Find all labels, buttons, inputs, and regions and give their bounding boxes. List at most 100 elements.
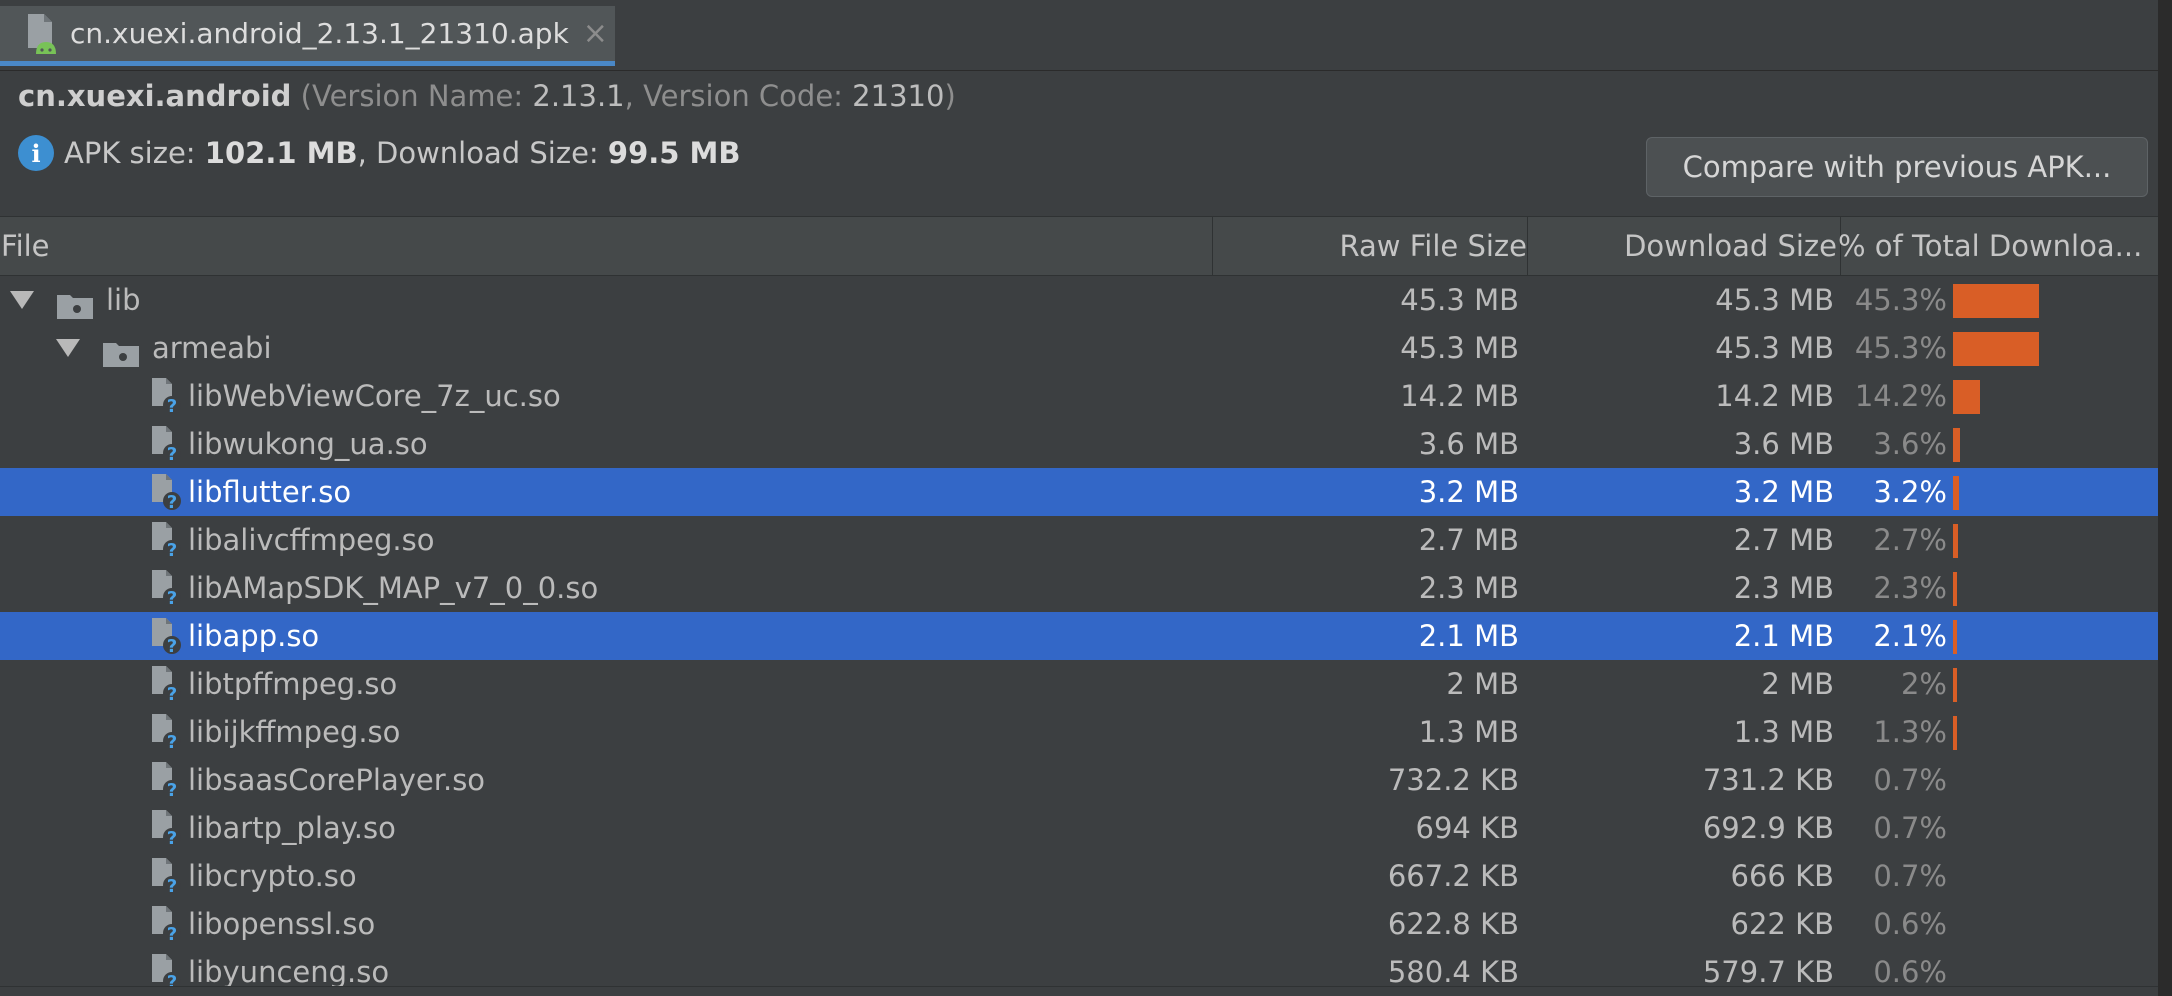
apk-size-value: 102.1 MB — [204, 136, 358, 170]
horizontal-scrollbar[interactable] — [0, 986, 2158, 996]
folder-icon — [56, 286, 94, 319]
table-row[interactable]: ? libartp_play.so 694 KB 692.9 KB 0.7% — [0, 804, 2158, 852]
table-body: lib 45.3 MB 45.3 MB 45.3% armeabi 45.3 MB 45.3… — [0, 276, 2158, 986]
expand-triangle-icon[interactable] — [10, 291, 34, 309]
unknown-file-icon: ? — [150, 808, 184, 849]
row-name: libalivcffmpeg.so — [188, 523, 435, 557]
info-icon: i — [18, 135, 54, 171]
unknown-file-icon: ? — [150, 520, 184, 561]
size-bar — [1953, 716, 1957, 750]
column-header-percent[interactable]: % of Total Downloa... — [1838, 217, 2142, 275]
unknown-file-icon: ? — [150, 904, 184, 945]
tab-label: cn.xuexi.android_2.13.1_21310.apk — [70, 17, 569, 50]
table-row[interactable]: ? libWebViewCore_7z_uc.so 14.2 MB 14.2 MB 14… — [0, 372, 2158, 420]
row-name: libwukong_ua.so — [188, 427, 428, 461]
download-size-cell: 3.6 MB — [1733, 427, 1834, 461]
close-icon[interactable]: × — [583, 18, 608, 49]
percent-cell: 0.7% — [1873, 811, 1947, 845]
table-row[interactable]: ? libijkffmpeg.so 1.3 MB 1.3 MB 1.3% — [0, 708, 2158, 756]
size-bar — [1953, 524, 1958, 558]
version-code-label: Version Code: — [643, 79, 843, 113]
table-row[interactable]: ? libopenssl.so 622.8 KB 622 KB 0.6% — [0, 900, 2158, 948]
size-bar — [1953, 476, 1959, 510]
table-row[interactable]: ? libwukong_ua.so 3.6 MB 3.6 MB 3.6% — [0, 420, 2158, 468]
table-row[interactable]: ? libflutter.so 3.2 MB 3.2 MB 3.2% — [0, 468, 2158, 516]
unknown-file-icon: ? — [150, 376, 184, 417]
column-divider[interactable] — [1212, 217, 1213, 275]
row-name: libopenssl.so — [188, 907, 376, 941]
column-divider[interactable] — [1527, 217, 1528, 275]
download-size-cell: 45.3 MB — [1715, 331, 1834, 365]
download-size-cell: 2.7 MB — [1733, 523, 1834, 557]
download-size-cell: 1.3 MB — [1733, 715, 1834, 749]
raw-size-cell: 580.4 KB — [1387, 955, 1519, 986]
svg-text:?: ? — [167, 972, 177, 986]
size-bar — [1953, 620, 1957, 654]
row-name-cell: ? libflutter.so — [150, 468, 351, 516]
apk-contents-table: File Raw File Size Download Size % of To… — [0, 216, 2158, 986]
svg-text:?: ? — [167, 636, 177, 656]
svg-text:?: ? — [167, 684, 177, 704]
raw-size-cell: 732.2 KB — [1387, 763, 1519, 797]
row-name-cell: ? libyunceng.so — [150, 948, 389, 986]
download-size-cell: 579.7 KB — [1702, 955, 1834, 986]
table-row[interactable]: lib 45.3 MB 45.3 MB 45.3% — [0, 276, 2158, 324]
download-size-cell: 2 MB — [1761, 667, 1834, 701]
package-line: cn.xuexi.android (Version Name: 2.13.1, … — [18, 79, 956, 113]
row-name-cell: ? libAMapSDK_MAP_v7_0_0.so — [150, 564, 598, 612]
row-name: lib — [106, 283, 141, 317]
apk-file-tab[interactable]: cn.xuexi.android_2.13.1_21310.apk × — [0, 6, 615, 66]
size-bar — [1953, 332, 2039, 366]
unknown-file-icon: ? — [150, 952, 184, 986]
raw-size-cell: 2 MB — [1446, 667, 1519, 701]
svg-text:?: ? — [167, 732, 177, 752]
svg-text:?: ? — [167, 924, 177, 944]
column-header-file[interactable]: File — [1, 217, 50, 275]
table-row[interactable]: ? libsaasCorePlayer.so 732.2 KB 731.2 KB 0.7… — [0, 756, 2158, 804]
svg-text:?: ? — [167, 540, 177, 560]
unknown-file-icon: ? — [150, 568, 184, 609]
row-name-cell: ? libartp_play.so — [150, 804, 396, 852]
raw-size-cell: 45.3 MB — [1400, 331, 1519, 365]
svg-text:?: ? — [167, 396, 177, 416]
table-row[interactable]: ? libyunceng.so 580.4 KB 579.7 KB 0.6% — [0, 948, 2158, 986]
row-name: libsaasCorePlayer.so — [188, 763, 486, 797]
table-row[interactable]: ? libcrypto.so 667.2 KB 666 KB 0.7% — [0, 852, 2158, 900]
raw-size-cell: 45.3 MB — [1400, 283, 1519, 317]
size-bar — [1953, 284, 2039, 318]
version-name-label: Version Name: — [311, 79, 524, 113]
percent-cell: 0.7% — [1873, 763, 1947, 797]
percent-cell: 2.3% — [1873, 571, 1947, 605]
download-size-cell: 622 KB — [1730, 907, 1834, 941]
raw-size-cell: 622.8 KB — [1387, 907, 1519, 941]
row-name-cell: ? libcrypto.so — [150, 852, 357, 900]
percent-cell: 0.6% — [1873, 907, 1947, 941]
svg-text:?: ? — [167, 876, 177, 896]
version-name: 2.13.1 — [532, 79, 625, 113]
table-row[interactable]: ? libapp.so 2.1 MB 2.1 MB 2.1% — [0, 612, 2158, 660]
row-name-cell: ? libalivcffmpeg.so — [150, 516, 434, 564]
compare-apk-button[interactable]: Compare with previous APK... — [1646, 137, 2148, 197]
unknown-file-icon: ? — [150, 664, 184, 705]
raw-size-cell: 2.3 MB — [1418, 571, 1519, 605]
download-size-cell: 2.3 MB — [1733, 571, 1834, 605]
row-name: libartp_play.so — [188, 811, 396, 845]
column-header-raw-size[interactable]: Raw File Size — [1340, 217, 1528, 275]
svg-text:?: ? — [167, 444, 177, 464]
row-name-cell: ? libsaasCorePlayer.so — [150, 756, 485, 804]
svg-text:?: ? — [167, 780, 177, 800]
percent-cell: 45.3% — [1854, 331, 1947, 365]
percent-cell: 0.6% — [1873, 955, 1947, 986]
unknown-file-icon: ? — [150, 424, 184, 465]
table-row[interactable]: ? libtpffmpeg.so 2 MB 2 MB 2% — [0, 660, 2158, 708]
table-row[interactable]: ? libalivcffmpeg.so 2.7 MB 2.7 MB 2.7% — [0, 516, 2158, 564]
size-line: i APK size: 102.1 MB, Download Size: 99.… — [18, 135, 741, 171]
raw-size-cell: 2.7 MB — [1418, 523, 1519, 557]
table-row[interactable]: ? libAMapSDK_MAP_v7_0_0.so 2.3 MB 2.3 MB 2.3… — [0, 564, 2158, 612]
apk-summary: cn.xuexi.android (Version Name: 2.13.1, … — [0, 71, 2160, 216]
row-name: libapp.so — [188, 619, 320, 653]
row-name-cell: ? libijkffmpeg.so — [150, 708, 400, 756]
expand-triangle-icon[interactable] — [56, 339, 80, 357]
table-row[interactable]: armeabi 45.3 MB 45.3 MB 45.3% — [0, 324, 2158, 372]
column-header-download-size[interactable]: Download Size — [1624, 217, 1837, 275]
